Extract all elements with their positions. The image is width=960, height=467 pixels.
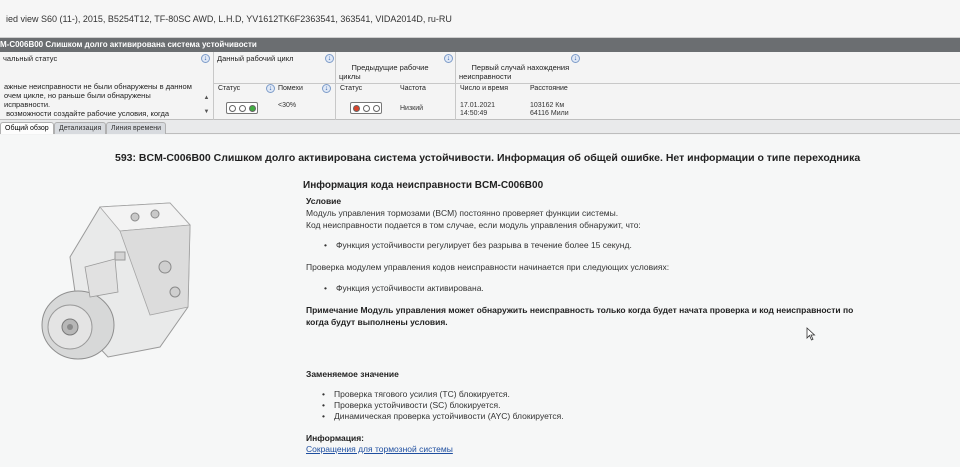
- note-text-2: когда будут выполнены условия.: [306, 317, 448, 327]
- tab-details[interactable]: Детализация: [54, 122, 107, 134]
- dtc-info-title: Информация кода неисправности BCM-C006B0…: [303, 180, 544, 191]
- distance-value: 103162 Км 64116 Мили: [530, 102, 569, 117]
- tab-overview[interactable]: Общий обзор: [0, 122, 54, 134]
- mouse-cursor-icon: [806, 327, 816, 341]
- previous-light-1: [353, 105, 360, 112]
- current-cycle-header-label: Данный рабочий цикл: [217, 54, 294, 63]
- page-title: 593: BCM-C006B00 Слишком долго активиров…: [115, 152, 861, 164]
- download-arrow-icon[interactable]: ↓: [571, 54, 580, 63]
- condition-bullet: Функция устойчивости регулирует без разр…: [324, 240, 632, 250]
- information-label: Информация:: [306, 433, 364, 443]
- initial-status-header-label: чальный статус: [3, 54, 58, 63]
- current-status-label: Статус: [218, 85, 241, 92]
- previous-light-3: [373, 105, 380, 112]
- current-cycle-column: Данный рабочий цикл ↓ Статус ↓ Помехи ↓ …: [214, 52, 336, 120]
- substitute-bullet-1: Проверка тягового усилия (TC) блокируетс…: [322, 389, 510, 399]
- scroll-up-icon[interactable]: ▲: [202, 94, 211, 103]
- download-arrow-icon[interactable]: ↓: [322, 84, 331, 93]
- substitute-value-label: Заменяемое значение: [306, 369, 399, 379]
- condition-text-1: Модуль управления тормозами (BCM) постоя…: [306, 208, 619, 218]
- status-light-3: [249, 105, 256, 112]
- interference-value: <30%: [278, 102, 297, 109]
- dtc-title-bar: M-C006B00 Слишком долго активирована сис…: [0, 38, 960, 52]
- first-occurrence-header: Первый случай нахождения неисправности: [456, 52, 960, 84]
- window-title: ied view S60 (11-), 2015, B5254T12, TF-8…: [6, 14, 452, 24]
- current-cycle-header: Данный рабочий цикл: [214, 52, 335, 84]
- brake-abbreviations-link[interactable]: Сокращения для тормозной системы: [306, 444, 453, 454]
- previous-cycles-column: Предыдущие рабочие циклы ↓ Статус Частот…: [336, 52, 456, 120]
- check-bullet: Функция устойчивости активирована.: [324, 283, 484, 293]
- abs-module-image: [41, 202, 191, 360]
- distance-label: Расстояние: [530, 85, 568, 92]
- initial-status-header: чальный статус: [0, 52, 213, 82]
- previous-cycles-header-label: Предыдущие рабочие циклы: [339, 63, 429, 81]
- substitute-bullet-3: Динамическая проверка устойчивости (AYC)…: [322, 411, 564, 421]
- status-light-2: [239, 105, 246, 112]
- previous-status-lights: [350, 102, 382, 114]
- initial-status-column: чальный статус ↓ ажные неисправности не …: [0, 52, 214, 120]
- previous-light-2: [363, 105, 370, 112]
- note-text-1: Примечание Модуль управления может обнар…: [306, 305, 854, 315]
- scroll-down-icon[interactable]: ▼: [202, 108, 211, 117]
- check-start-text: Проверка модулем управления кодов неиспр…: [306, 262, 670, 272]
- tab-bar: Общий обзор Детализация Линия времени: [0, 120, 960, 134]
- previous-cycles-header: Предыдущие рабочие циклы: [336, 52, 455, 84]
- window-title-bar: ied view S60 (11-), 2015, B5254T12, TF-8…: [0, 0, 960, 38]
- frequency-value: Низкий: [400, 105, 424, 112]
- first-occurrence-header-label: Первый случай нахождения неисправности: [459, 63, 570, 81]
- dtc-title: M-C006B00 Слишком долго активирована сис…: [0, 40, 257, 49]
- condition-label: Условие: [306, 196, 342, 206]
- download-arrow-icon[interactable]: ↓: [201, 54, 210, 63]
- download-arrow-icon[interactable]: ↓: [444, 54, 453, 63]
- first-occurrence-column: Первый случай нахождения неисправности ↓…: [456, 52, 960, 120]
- tab-timeline[interactable]: Линия времени: [106, 122, 167, 134]
- status-light-1: [229, 105, 236, 112]
- date-value: 17.01.2021 14:50:49: [460, 102, 496, 117]
- overview-content: 593: BCM-C006B00 Слишком долго активиров…: [0, 135, 960, 467]
- substitute-bullet-2: Проверка устойчивости (SC) блокируется.: [322, 400, 500, 410]
- condition-text-2: Код неисправности подается в том случае,…: [306, 220, 641, 230]
- status-grid: чальный статус ↓ ажные неисправности не …: [0, 52, 960, 120]
- previous-status-label: Статус: [340, 85, 363, 92]
- date-label: Число и время: [460, 85, 509, 92]
- frequency-label: Частота: [400, 85, 426, 92]
- download-arrow-icon[interactable]: ↓: [266, 84, 275, 93]
- current-status-lights: [226, 102, 258, 114]
- initial-status-description: ажные неисправности не были обнаружены в…: [4, 82, 192, 118]
- interference-label: Помехи: [278, 85, 303, 92]
- download-arrow-icon[interactable]: ↓: [325, 54, 334, 63]
